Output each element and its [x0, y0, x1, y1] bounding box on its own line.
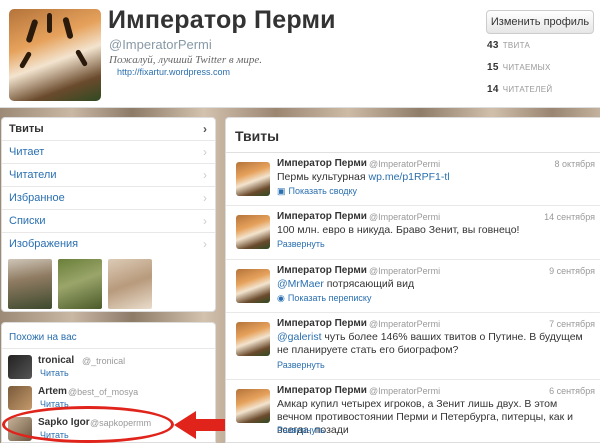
tweet-author-name[interactable]: Император Перми: [277, 265, 367, 276]
nav-item-lists[interactable]: Списки ›: [2, 210, 215, 233]
profile-name: Император Перми: [108, 6, 336, 34]
show-summary-link[interactable]: ▣ Показать сводку: [277, 186, 357, 197]
stat-following-value: 15: [487, 62, 499, 73]
tweet-timestamp[interactable]: 8 октября: [555, 159, 595, 169]
chevron-right-icon: ›: [203, 122, 207, 136]
tweet-action-label: Показать сводку: [288, 186, 358, 196]
show-conversation-link[interactable]: ◉ Показать переписку: [277, 293, 371, 304]
stat-following-label: ЧИТАЕМЫХ: [502, 63, 551, 72]
nav-item-tweets[interactable]: Твиты ›: [2, 118, 215, 141]
tweet-text: Пермь культурная wp.me/p1RPF1-tl: [277, 171, 595, 184]
nav-item-favorites[interactable]: Избранное ›: [2, 187, 215, 210]
tweet[interactable]: Император Перми @ImperatorPermi 8 октябр…: [226, 153, 600, 206]
tweet[interactable]: Император Перми @ImperatorPermi 6 сентяб…: [226, 380, 600, 443]
profile-url-link[interactable]: http://fixartur.wordpress.com: [117, 67, 230, 77]
nav-item-images[interactable]: Изображения ›: [2, 233, 215, 256]
tweet-text-part: потрясающий вид: [323, 278, 415, 290]
nav-item-followers[interactable]: Читатели ›: [2, 164, 215, 187]
tweet-text: @galerist чуть более 146% ваших твитов о…: [277, 331, 595, 357]
media-thumbnail[interactable]: [8, 259, 52, 309]
avatar[interactable]: [236, 162, 270, 196]
expand-link[interactable]: Развернуть: [277, 239, 325, 249]
nav-item-label: Твиты: [9, 123, 44, 135]
stat-following[interactable]: 15 ЧИТАЕМЫХ: [487, 62, 551, 73]
chevron-right-icon: ›: [203, 145, 207, 159]
suggested-user-name[interactable]: Artem: [38, 386, 67, 397]
conversation-icon: ◉: [277, 293, 285, 303]
timeline-title: Твиты: [235, 128, 280, 144]
tweet-author-handle: @ImperatorPermi: [369, 386, 441, 396]
suggested-user-name[interactable]: tronical: [38, 355, 74, 366]
tweet-author-handle: @ImperatorPermi: [369, 212, 441, 222]
tweet-timestamp[interactable]: 9 сентября: [549, 266, 595, 276]
tweet-action-label: Показать переписку: [287, 293, 372, 303]
avatar[interactable]: [8, 355, 32, 379]
expand-link[interactable]: Развернуть: [277, 425, 325, 435]
stat-followers[interactable]: 14 ЧИТАТЕЛЕЙ: [487, 84, 552, 95]
profile-bio: Пожалуй, лучший Twitter в мире.: [109, 54, 263, 66]
mention-link[interactable]: @galerist: [277, 331, 322, 343]
nav-item-following[interactable]: Читает ›: [2, 141, 215, 164]
tweet-timestamp[interactable]: 14 сентября: [544, 212, 595, 222]
tweet[interactable]: Император Перми @ImperatorPermi 14 сентя…: [226, 206, 600, 260]
tweet-author-handle: @ImperatorPermi: [369, 266, 441, 276]
profile-handle: @ImperatorPermi: [109, 37, 212, 52]
avatar[interactable]: [236, 215, 270, 249]
mention-link[interactable]: @MrMaer: [277, 278, 324, 290]
nav-item-label: Избранное: [9, 192, 65, 204]
avatar[interactable]: [8, 386, 32, 410]
tweet-text-part: Пермь культурная: [277, 171, 369, 183]
tweet[interactable]: Император Перми @ImperatorPermi 9 сентяб…: [226, 260, 600, 313]
tweet-author-name[interactable]: Император Перми: [277, 158, 367, 169]
profile-avatar[interactable]: [9, 9, 101, 101]
stat-tweets-value: 43: [487, 40, 499, 51]
who-to-follow-title[interactable]: Похожи на вас: [9, 332, 77, 343]
nav-item-label: Изображения: [9, 238, 79, 250]
stat-followers-label: ЧИТАТЕЛЕЙ: [502, 85, 553, 94]
tweets-timeline: Твиты Император Перми @ImperatorPermi 8 …: [225, 117, 600, 443]
stat-tweets-label: ТВИТА: [502, 41, 531, 50]
suggested-user-handle: @_tronical: [82, 356, 126, 366]
chevron-right-icon: ›: [203, 168, 207, 182]
suggested-user-handle: @best_of_mosya: [68, 387, 139, 397]
avatar[interactable]: [236, 269, 270, 303]
tweet-timestamp[interactable]: 7 сентября: [549, 319, 595, 329]
tweet-author-name[interactable]: Император Перми: [277, 318, 367, 329]
chevron-right-icon: ›: [203, 191, 207, 205]
highlight-ellipse: [2, 406, 174, 443]
tweet-author-handle: @ImperatorPermi: [369, 159, 441, 169]
avatar[interactable]: [236, 322, 270, 356]
divider: [2, 348, 215, 349]
avatar[interactable]: [236, 389, 270, 423]
tweet-text: 100 млн. евро в никуда. Браво Зенит, вы …: [277, 224, 520, 236]
nav-item-label: Списки: [9, 215, 46, 227]
stat-tweets[interactable]: 43 ТВИТА: [487, 40, 530, 51]
tweet-link[interactable]: wp.me/p1RPF1-tl: [368, 171, 449, 183]
tweet-author-handle: @ImperatorPermi: [369, 319, 441, 329]
tweet-author-name[interactable]: Император Перми: [277, 385, 367, 396]
chevron-right-icon: ›: [203, 237, 207, 251]
suggested-user: tronical @_tronical Читать: [2, 353, 215, 383]
tweet-author-name[interactable]: Император Перми: [277, 211, 367, 222]
stat-followers-value: 14: [487, 84, 499, 95]
chevron-right-icon: ›: [203, 214, 207, 228]
summary-icon: ▣: [277, 186, 286, 196]
media-thumbnail[interactable]: [58, 259, 102, 309]
tweet-text-part: чуть более 146% ваших твитов о Путине. В…: [277, 331, 583, 356]
nav-item-label: Читает: [9, 146, 45, 158]
tweet-text: @MrMaer потрясающий вид: [277, 278, 595, 291]
edit-profile-button[interactable]: Изменить профиль: [486, 10, 594, 34]
tweet[interactable]: Император Перми @ImperatorPermi 7 сентяб…: [226, 313, 600, 380]
follow-link[interactable]: Читать: [40, 368, 69, 378]
nav-item-label: Читатели: [9, 169, 57, 181]
media-thumbnail[interactable]: [108, 259, 152, 309]
tweet-timestamp[interactable]: 6 сентября: [549, 386, 595, 396]
expand-link[interactable]: Развернуть: [277, 360, 325, 370]
profile-header: Император Перми @ImperatorPermi Пожалуй,…: [0, 0, 600, 108]
